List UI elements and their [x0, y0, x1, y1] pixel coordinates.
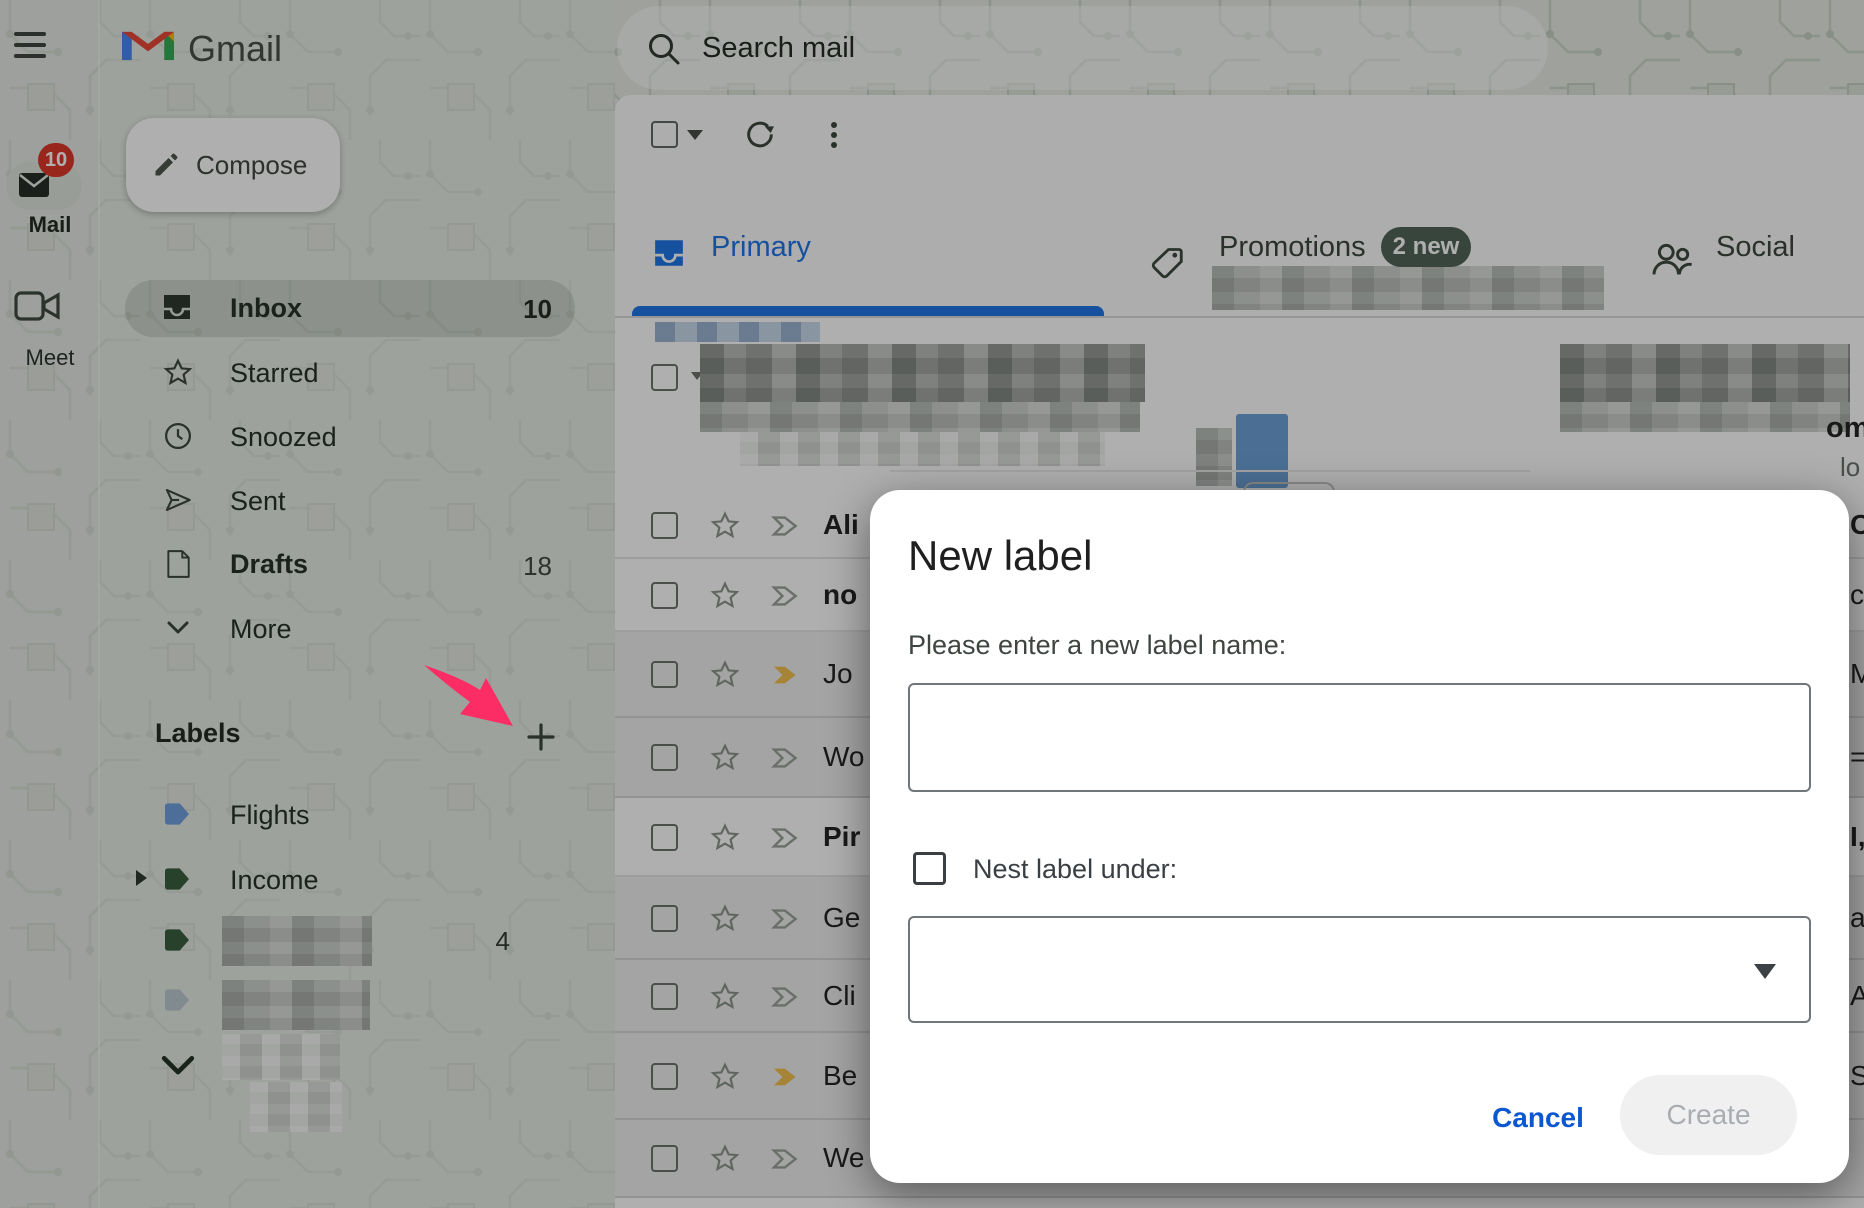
nest-label-text: Nest label under: — [973, 854, 1177, 885]
parent-label-dropdown[interactable] — [908, 916, 1811, 1023]
annotation-arrow — [408, 648, 538, 740]
label-name-input[interactable] — [908, 683, 1811, 792]
new-label-dialog: New label Please enter a new label name:… — [870, 490, 1849, 1183]
label-name-prompt: Please enter a new label name: — [908, 630, 1286, 661]
nest-label-checkbox[interactable] — [913, 852, 946, 885]
dropdown-caret-icon — [1754, 964, 1776, 979]
dialog-title: New label — [908, 532, 1092, 580]
cancel-button[interactable]: Cancel — [1478, 1098, 1598, 1138]
create-button[interactable]: Create — [1620, 1075, 1797, 1155]
parent-label-value — [910, 954, 926, 984]
gmail-screen: 10 Mail Meet Gmail Compose Inbox 10 — [0, 0, 1864, 1208]
